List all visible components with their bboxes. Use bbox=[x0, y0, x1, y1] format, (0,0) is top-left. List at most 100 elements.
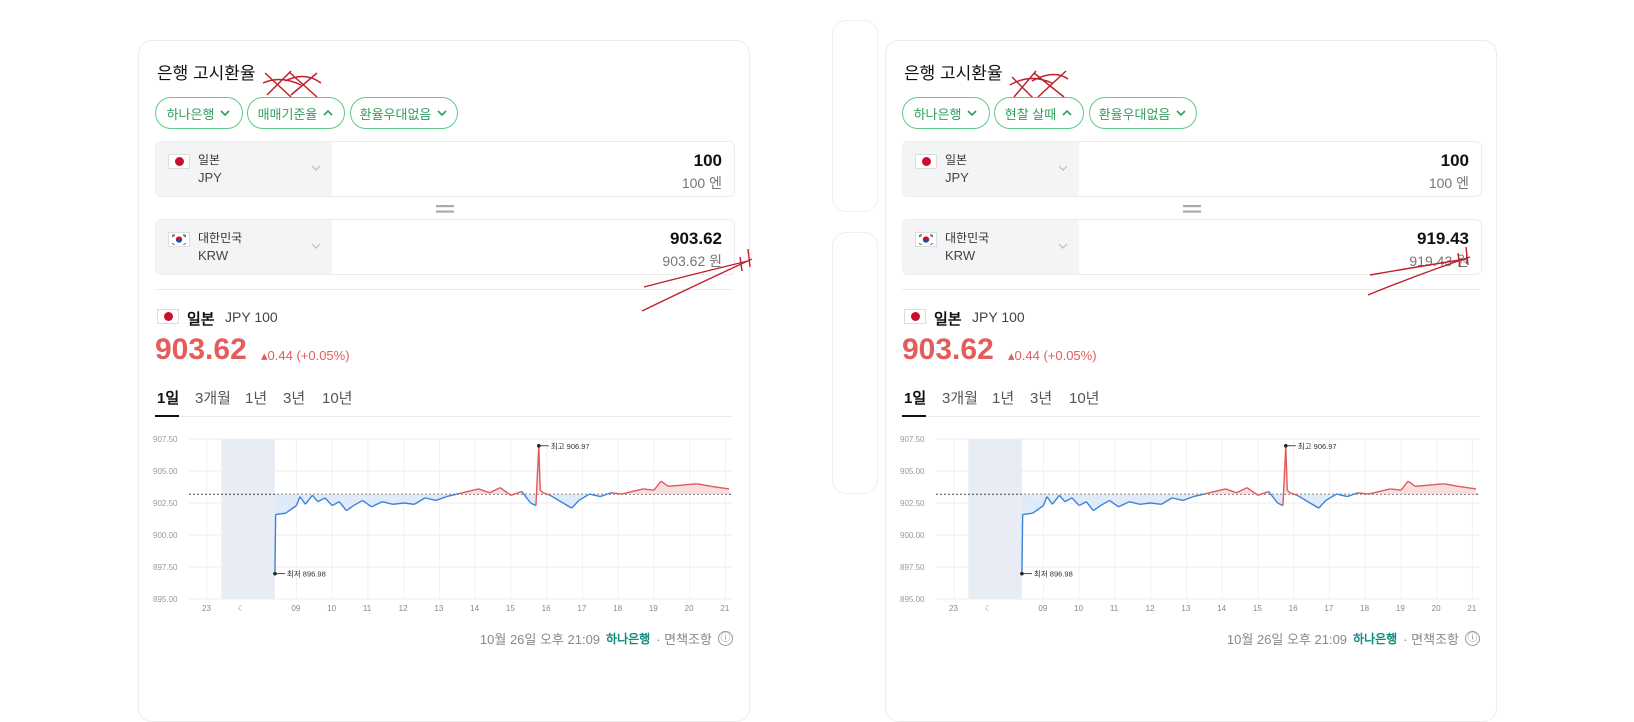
japan-flag-icon bbox=[904, 309, 926, 324]
x-tick-label: 13 bbox=[1181, 604, 1190, 613]
x-tick-label: 20 bbox=[1432, 604, 1441, 613]
current-rate: 903.62 bbox=[155, 333, 247, 366]
x-tick-label: 23 bbox=[202, 604, 211, 613]
rate-type-pill[interactable]: 현찰 살때 bbox=[994, 97, 1084, 129]
card-title: 은행 고시환율 bbox=[157, 64, 256, 83]
x-tick-label: 20 bbox=[685, 604, 694, 613]
rate-chart[interactable]: 907.50 905.00 902.50 900.00 897.50 895.00 23 ☾ 0… bbox=[896, 429, 1490, 619]
x-tick-label: 19 bbox=[649, 604, 658, 613]
pill-label: 현찰 살때 bbox=[1004, 106, 1057, 122]
y-tick-label: 902.50 bbox=[153, 499, 178, 508]
x-tick-label: 09 bbox=[291, 604, 300, 613]
summary-currency-code: JPY 100 bbox=[225, 309, 278, 325]
equals-icon bbox=[1183, 205, 1201, 213]
summary-currency-code: JPY 100 bbox=[972, 309, 1025, 325]
x-tick-label: 15 bbox=[1253, 604, 1262, 613]
current-rate: 903.62 bbox=[902, 333, 994, 366]
from-amount-text: 100 엔 bbox=[681, 175, 722, 191]
area-segment bbox=[1100, 494, 1110, 506]
y-tick-label: 900.00 bbox=[900, 531, 925, 540]
background-panel-fragment bbox=[832, 20, 878, 212]
background-panel-fragment bbox=[832, 232, 878, 494]
area-segment bbox=[353, 494, 363, 506]
tab-3m[interactable]: 3개월 bbox=[195, 387, 231, 408]
y-tick-label: 895.00 bbox=[153, 595, 178, 604]
disclaimer-link[interactable]: · 면책조항 bbox=[656, 629, 712, 648]
tab-1y[interactable]: 1년 bbox=[992, 387, 1014, 408]
from-amount-input[interactable]: 100 bbox=[1441, 151, 1469, 171]
y-tick-label: 907.50 bbox=[900, 435, 925, 444]
x-tick-label: 10 bbox=[327, 604, 336, 613]
from-currency-select[interactable]: 일본 JPY bbox=[903, 142, 1079, 196]
rate-chart[interactable]: 907.50 905.00 902.50 900.00 897.50 895.00 23 ☾ 0… bbox=[149, 429, 743, 619]
hana-bank-logo: 하나은행 bbox=[1353, 632, 1398, 646]
tab-1d[interactable]: 1일 bbox=[157, 387, 179, 408]
exchange-rate-card: 은행 고시환율 하나은행 현찰 살때 환율우대없음 일본 JPY 100 100… bbox=[885, 40, 1497, 722]
korea-flag-icon bbox=[915, 232, 937, 247]
from-currency-row: 일본 JPY 100 100 엔 bbox=[155, 141, 735, 197]
japan-flag-icon bbox=[915, 154, 937, 169]
pill-label: 환율우대없음 bbox=[359, 106, 432, 122]
active-tab-indicator bbox=[155, 415, 179, 417]
handwritten-scribble bbox=[262, 70, 322, 98]
y-tick-label: 897.50 bbox=[900, 563, 925, 572]
y-tick-label: 897.50 bbox=[153, 563, 178, 572]
preferential-rate-pill[interactable]: 환율우대없음 bbox=[1089, 97, 1197, 129]
rate-change: ▴0.44 (+0.05%) bbox=[1008, 348, 1097, 363]
from-currency-select[interactable]: 일본 JPY bbox=[156, 142, 332, 196]
rate-type-pill[interactable]: 매매기준율 bbox=[247, 97, 345, 129]
tab-3y[interactable]: 3년 bbox=[1030, 387, 1052, 408]
y-tick-label: 895.00 bbox=[900, 595, 925, 604]
x-tick-label: 19 bbox=[1396, 604, 1405, 613]
tab-3m[interactable]: 3개월 bbox=[942, 387, 978, 408]
chevron-down-icon bbox=[967, 110, 977, 117]
y-tick-label: 907.50 bbox=[153, 435, 178, 444]
from-amount-input[interactable]: 100 bbox=[694, 151, 722, 171]
info-icon[interactable]: ⓘ bbox=[718, 631, 733, 646]
x-tick-label: 17 bbox=[1324, 604, 1333, 613]
tab-10y[interactable]: 10년 bbox=[322, 387, 353, 408]
tab-1d[interactable]: 1일 bbox=[904, 387, 926, 408]
hana-bank-logo: 하나은행 bbox=[606, 632, 651, 646]
info-icon[interactable]: ⓘ bbox=[1465, 631, 1480, 646]
disclaimer-link[interactable]: · 면책조항 bbox=[1403, 629, 1459, 648]
currency-code: JPY bbox=[198, 170, 222, 185]
to-currency-select[interactable]: 대한민국 KRW bbox=[156, 220, 332, 274]
tab-3y[interactable]: 3년 bbox=[283, 387, 305, 408]
y-tick-label: 905.00 bbox=[153, 467, 178, 476]
chevron-down-icon bbox=[1176, 110, 1186, 117]
x-tick-label: 23 bbox=[949, 604, 958, 613]
tab-divider bbox=[902, 416, 1480, 417]
x-tick-label: 14 bbox=[470, 604, 479, 613]
x-tick-label: 18 bbox=[1360, 604, 1369, 613]
tab-10y[interactable]: 10년 bbox=[1069, 387, 1100, 408]
high-value-label: 최고 906.97 bbox=[1298, 441, 1337, 451]
chevron-down-icon bbox=[437, 110, 447, 117]
currency-country: 대한민국 bbox=[198, 231, 243, 245]
korea-flag-icon bbox=[168, 232, 190, 247]
x-tick-label: 16 bbox=[542, 604, 551, 613]
bank-select-pill[interactable]: 하나은행 bbox=[155, 97, 243, 129]
to-currency-select[interactable]: 대한민국 KRW bbox=[903, 220, 1079, 274]
x-tick-label: 11 bbox=[363, 604, 372, 613]
x-tick-label: 10 bbox=[1074, 604, 1083, 613]
bank-select-pill[interactable]: 하나은행 bbox=[902, 97, 990, 129]
chevron-up-icon bbox=[323, 109, 333, 116]
currency-country: 일본 bbox=[198, 153, 221, 167]
tab-divider bbox=[155, 416, 733, 417]
currency-code: KRW bbox=[945, 248, 976, 263]
area-segment bbox=[1307, 494, 1319, 509]
currency-country: 일본 bbox=[945, 153, 968, 167]
tab-1y[interactable]: 1년 bbox=[245, 387, 267, 408]
area-segment bbox=[560, 494, 572, 509]
from-amount-text: 100 엔 bbox=[1428, 175, 1469, 191]
pill-label: 하나은행 bbox=[913, 106, 962, 122]
x-tick-label: 17 bbox=[577, 604, 586, 613]
chevron-down-icon bbox=[220, 110, 230, 117]
exchange-rate-card: 은행 고시환율 하나은행 매매기준율 환율우대없음 일본 JPY 100 100… bbox=[138, 40, 750, 722]
night-shade-band bbox=[221, 439, 275, 599]
line-segment bbox=[274, 514, 277, 574]
x-tick-label: 21 bbox=[720, 604, 729, 613]
preferential-rate-pill[interactable]: 환율우대없음 bbox=[350, 97, 458, 129]
x-tick-label: 09 bbox=[1038, 604, 1047, 613]
